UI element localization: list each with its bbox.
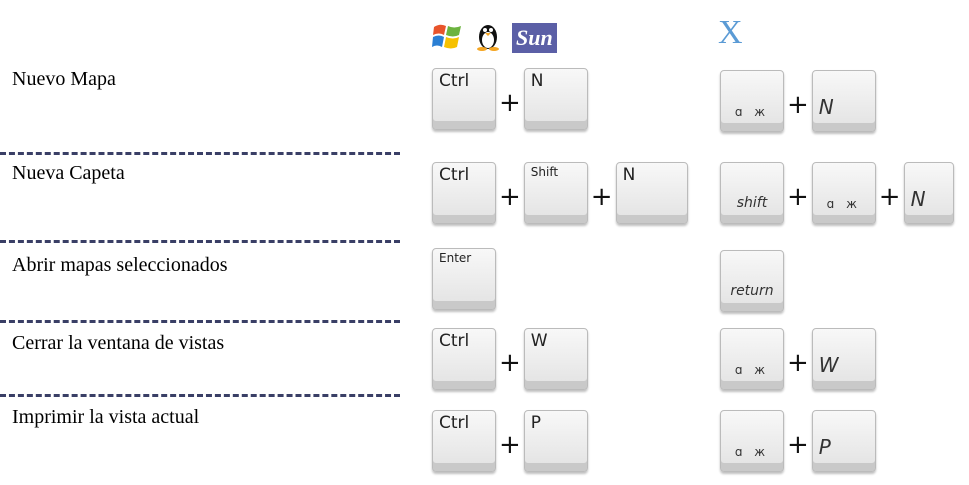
shortcut-row-open-maps: Abrir mapas seleccionados Enter return <box>0 248 969 326</box>
key-ctrl: Ctrl <box>432 68 496 130</box>
key-n: N <box>615 162 688 224</box>
mac-keys: shift + ɑ ж + N <box>720 162 954 224</box>
plus-sign: + <box>499 88 521 118</box>
key-command: ɑ ж <box>720 328 784 390</box>
plus-sign: + <box>590 182 613 212</box>
key-command: ɑ ж <box>720 410 784 472</box>
action-label: Cerrar la ventana de vistas <box>12 332 225 354</box>
sun-logo: Sun <box>512 23 557 53</box>
action-label: Nueva Capeta <box>12 162 125 184</box>
mac-keys: ɑ ж + N <box>720 70 876 132</box>
row-divider <box>0 320 400 323</box>
action-label: Nuevo Mapa <box>12 68 116 90</box>
key-return: return <box>720 250 784 312</box>
plus-sign: + <box>787 90 809 120</box>
plus-sign: + <box>787 430 809 460</box>
shortcut-row-print-view: Imprimir la vista actual Ctrl + P ɑ ж + … <box>0 406 969 478</box>
key-command: ɑ ж <box>811 162 876 224</box>
key-ctrl: Ctrl <box>432 410 496 472</box>
windows-keys: Ctrl + N <box>432 68 588 130</box>
plus-sign: + <box>499 182 521 212</box>
plus-sign: + <box>787 182 809 212</box>
key-enter: Enter <box>432 248 496 310</box>
action-label: Abrir mapas seleccionados <box>12 254 228 276</box>
key-p: P <box>811 410 876 472</box>
key-command: ɑ ж <box>720 70 784 132</box>
windows-keys: Ctrl + Shift + N <box>432 162 688 224</box>
mac-os-x-logo: X <box>718 14 743 51</box>
key-w: W <box>811 328 876 390</box>
windows-keys: Ctrl + P <box>432 410 588 472</box>
os-icons-header: Sun <box>432 18 557 58</box>
row-divider <box>0 394 400 397</box>
action-label: Imprimir la vista actual <box>12 406 200 428</box>
key-n: N <box>903 162 954 224</box>
key-n: N <box>811 70 876 132</box>
mac-keys: ɑ ж + P <box>720 410 876 472</box>
key-shift: Shift <box>523 162 588 224</box>
plus-sign: + <box>499 430 521 460</box>
row-divider <box>0 240 400 243</box>
key-ctrl: Ctrl <box>432 162 496 224</box>
windows-keys: Ctrl + W <box>432 328 588 390</box>
key-shift: shift <box>720 162 784 224</box>
plus-sign: + <box>499 348 521 378</box>
mac-keys: return <box>720 250 784 312</box>
plus-sign: + <box>787 348 809 378</box>
key-p: P <box>523 410 588 472</box>
shortcut-row-new-folder: Nueva Capeta Ctrl + Shift + N shift + ɑ … <box>0 162 969 234</box>
key-n: N <box>523 68 588 130</box>
linux-tux-icon <box>474 21 502 56</box>
row-divider <box>0 152 400 155</box>
windows-icon <box>432 21 464 56</box>
mac-keys: ɑ ж + W <box>720 328 876 390</box>
key-ctrl: Ctrl <box>432 328 496 390</box>
key-w: W <box>523 328 588 390</box>
plus-sign: + <box>878 182 901 212</box>
shortcut-row-new-map: Nuevo Mapa Ctrl + N ɑ ж + N <box>0 68 969 140</box>
windows-keys: Enter <box>432 248 496 310</box>
